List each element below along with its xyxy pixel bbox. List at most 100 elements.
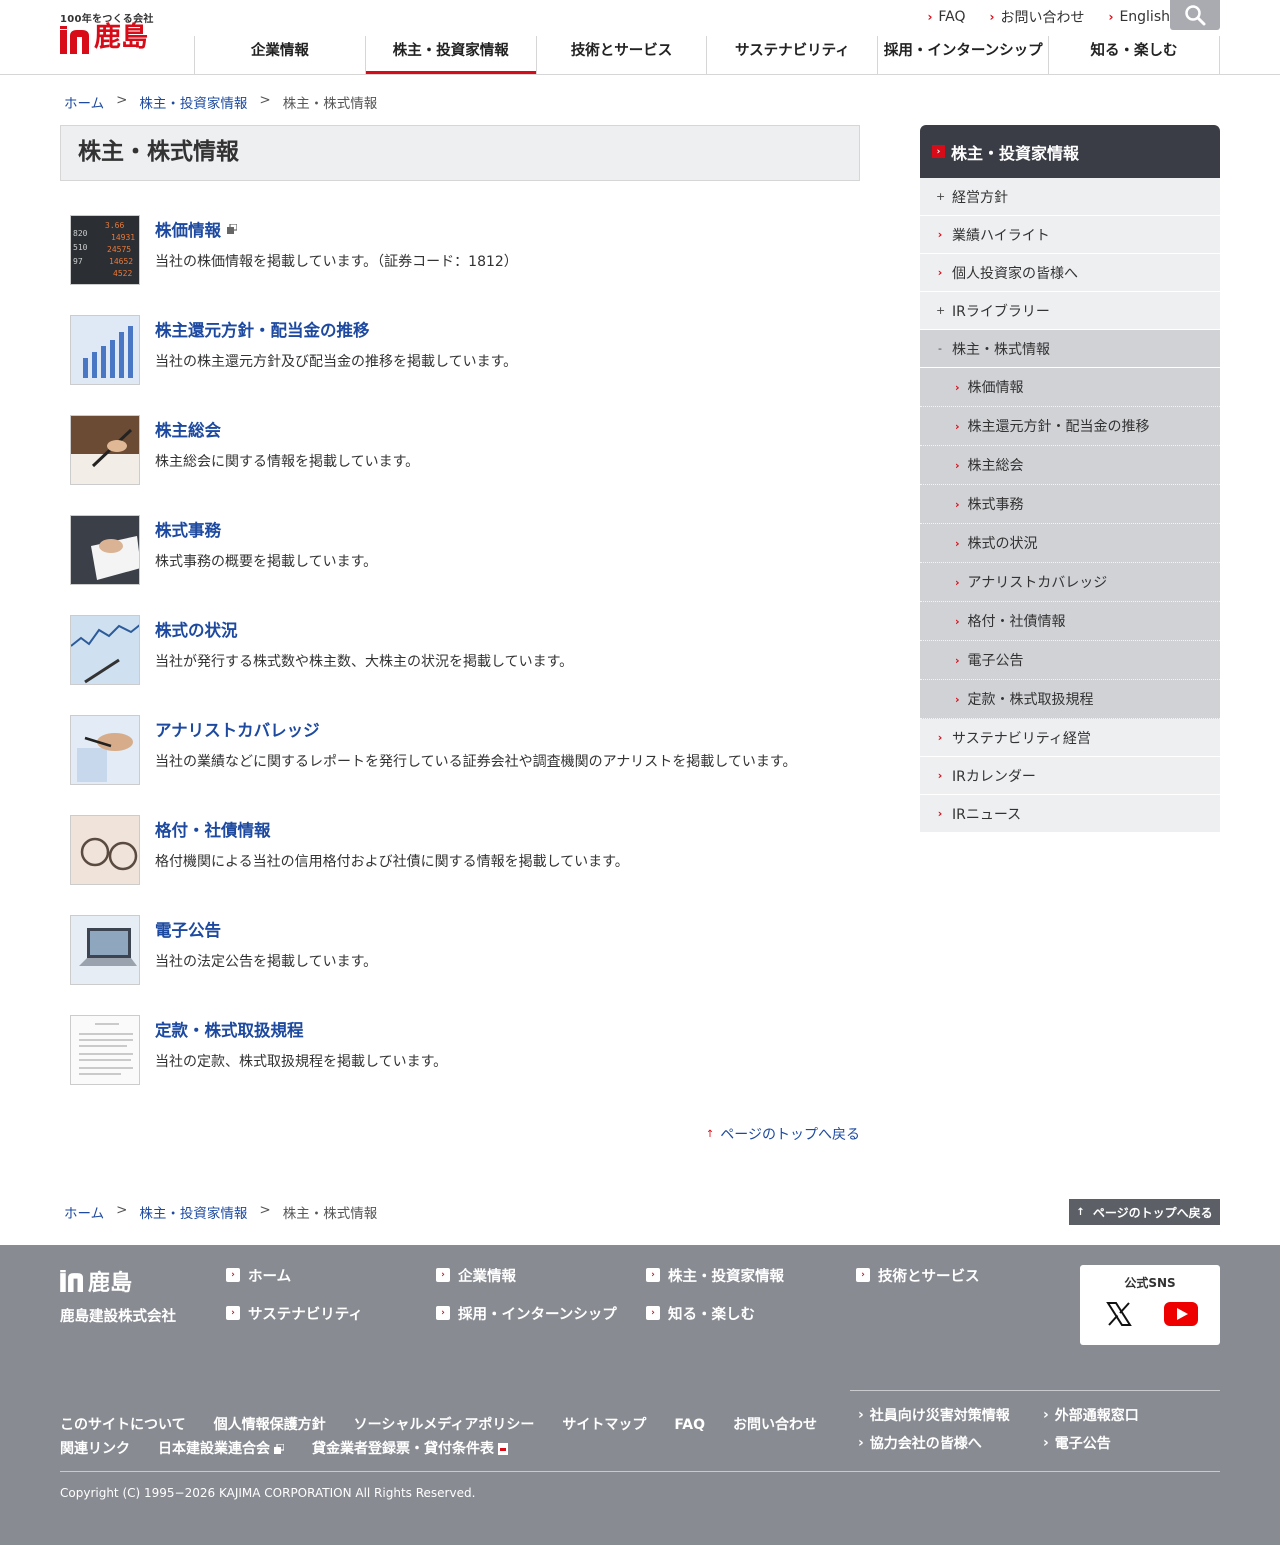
kajima-logo[interactable]: 100年をつくる会社 鹿島 (60, 10, 180, 58)
side-item-sustainability[interactable]: › サステナビリティ経営 (920, 719, 1220, 757)
footer-link-related[interactable]: 関連リンク (60, 1437, 130, 1461)
chevron-right-icon: › (1108, 10, 1114, 24)
analyst-thumbnail[interactable] (70, 715, 140, 785)
footer-link-faq[interactable]: FAQ (674, 1413, 705, 1437)
breadcrumb-separator: > (259, 1202, 271, 1218)
item-description: 株式事務の概要を掲載しています。 (155, 554, 378, 570)
svg-text:4522: 4522 (113, 269, 132, 278)
footer-link-sitemap[interactable]: サイトマップ (562, 1413, 646, 1437)
side-sub-item[interactable]: › 株価情報 (920, 368, 1220, 407)
footer-link-about[interactable]: このサイトについて (60, 1413, 186, 1437)
side-item-policy[interactable]: + 経営方針 (920, 178, 1220, 216)
footer-link-contact[interactable]: お問い合わせ (733, 1413, 817, 1437)
item-description: 株主総会に関する情報を掲載しています。 (155, 454, 420, 470)
side-sub-item[interactable]: › 電子公告 (920, 641, 1220, 680)
item-description: 当社の株価情報を掲載しています。（証券コード：1812） (155, 254, 518, 270)
chevron-right-icon: › (932, 145, 945, 158)
item-title-link[interactable]: 格付・社債情報 (155, 817, 271, 841)
footer-link-disaster[interactable]: › 社員向け災害対策情報 (850, 1405, 1035, 1425)
side-item-individual[interactable]: › 個人投資家の皆様へ (920, 254, 1220, 292)
documents-thumbnail[interactable] (70, 515, 140, 585)
articles-document-thumbnail[interactable] (70, 1015, 140, 1085)
side-sub-item[interactable]: › 格付・社債情報 (920, 602, 1220, 641)
bar-chart-thumbnail[interactable] (70, 315, 140, 385)
stock-chart-thumbnail[interactable] (70, 615, 140, 685)
footer-nav-home[interactable]: › ホーム (226, 1265, 436, 1285)
chevron-right-icon: › (226, 1268, 240, 1282)
footer-link-privacy[interactable]: 個人情報保護方針 (214, 1413, 326, 1437)
footer-nav-technology[interactable]: › 技術とサービス (856, 1265, 1066, 1285)
stock-board-thumbnail[interactable]: 3.66 14931 24575 14652 4522 820 510 97 (70, 215, 140, 285)
breadcrumb-investors[interactable]: 株主・投資家情報 (139, 1202, 247, 1222)
back-to-top-link[interactable]: ↑ ページのトップへ戻る (706, 1124, 860, 1144)
side-item-highlights[interactable]: › 業績ハイライト (920, 216, 1220, 254)
chevron-right-icon: › (1043, 1407, 1049, 1423)
util-faq-link[interactable]: › FAQ (927, 6, 965, 28)
side-item-shareholders[interactable]: - 株主・株式情報 (920, 330, 1220, 368)
footer-nav-corporate[interactable]: › 企業情報 (436, 1265, 646, 1285)
list-item: 定款・株式取扱規程 当社の定款、株式取扱規程を掲載しています。 (70, 1015, 860, 1115)
page-top-button[interactable]: ↑ ページのトップへ戻る (1069, 1199, 1220, 1225)
breadcrumb-current: 株主・株式情報 (282, 1206, 378, 1222)
side-sub-item[interactable]: › 株主総会 (920, 446, 1220, 485)
side-sub-item[interactable]: › 株式の状況 (920, 524, 1220, 563)
item-description: 当社の株主還元方針及び配当金の推移を掲載しています。 (155, 354, 518, 370)
side-sub-item[interactable]: › 定款・株式取扱規程 (920, 680, 1220, 719)
site-footer: 鹿島 鹿島建設株式会社 › ホーム › 企業情報 › 株主・投資家情報 › 技術とサービ… (0, 1245, 1280, 1545)
chevron-right-icon: › (226, 1306, 240, 1320)
footer-link-money-lender[interactable]: 貸金業者登録票・貸付条件表 (312, 1437, 509, 1461)
item-title-link[interactable]: 株主総会 (155, 417, 221, 441)
youtube-icon[interactable] (1164, 1302, 1198, 1326)
svg-text:3.66: 3.66 (105, 221, 124, 230)
laptop-thumbnail[interactable] (70, 915, 140, 985)
side-sub-item[interactable]: › 株主還元方針・配当金の推移 (920, 407, 1220, 446)
plus-icon: + (936, 304, 946, 317)
meeting-pen-thumbnail[interactable] (70, 415, 140, 485)
item-title-link[interactable]: アナリストカバレッジ (155, 717, 320, 741)
breadcrumb-home[interactable]: ホーム (64, 92, 104, 112)
nav-sustainability[interactable]: サステナビリティ (706, 36, 877, 74)
footer-link-e-notice[interactable]: › 電子公告 (1035, 1433, 1220, 1453)
footer-link-jfcc[interactable]: 日本建設業連合会 (158, 1437, 284, 1461)
footer-nav-recruit[interactable]: › 採用・インターンシップ (436, 1303, 646, 1323)
item-title-link[interactable]: 定款・株式取扱規程 (155, 1017, 304, 1041)
side-sub-item[interactable]: › アナリストカバレッジ (920, 563, 1220, 602)
glasses-thumbnail[interactable] (70, 815, 140, 885)
arrow-up-icon: ↑ (1076, 1206, 1085, 1218)
item-title-link[interactable]: 電子公告 (155, 917, 221, 941)
footer-logo[interactable]: 鹿島 (60, 1265, 132, 1297)
item-title-link[interactable]: 株式の状況 (155, 617, 238, 641)
page-title: 株主・株式情報 (60, 125, 860, 181)
breadcrumb-home[interactable]: ホーム (64, 1202, 104, 1222)
side-nav-heading[interactable]: › 株主・投資家情報 (920, 125, 1220, 178)
item-title-link[interactable]: 株式事務 (155, 517, 221, 541)
chevron-right-icon: › (955, 575, 960, 589)
nav-recruit[interactable]: 採用・インターンシップ (877, 36, 1048, 74)
footer-nav-discover[interactable]: › 知る・楽しむ (646, 1303, 856, 1323)
footer-nav: › ホーム › 企業情報 › 株主・投資家情報 › 技術とサービス › サステナビリティ … (226, 1265, 1066, 1323)
footer-nav-sustainability[interactable]: › サステナビリティ (226, 1303, 436, 1323)
footer-link-whistleblow[interactable]: › 外部通報窓口 (1035, 1405, 1220, 1425)
footer-link-partners[interactable]: › 協力会社の皆様へ (850, 1433, 1035, 1453)
footer-nav-investors[interactable]: › 株主・投資家情報 (646, 1265, 856, 1285)
breadcrumb-investors[interactable]: 株主・投資家情報 (139, 92, 247, 112)
minus-icon: - (938, 342, 942, 355)
side-sub-item[interactable]: › 株式事務 (920, 485, 1220, 524)
side-item-ir-calendar[interactable]: › IRカレンダー (920, 757, 1220, 795)
nav-discover[interactable]: 知る・楽しむ (1048, 36, 1220, 74)
util-contact-link[interactable]: › お問い合わせ (990, 6, 1085, 28)
x-twitter-icon[interactable] (1106, 1301, 1132, 1327)
nav-technology[interactable]: 技術とサービス (535, 36, 707, 74)
item-description: 当社の業績などに関するレポートを発行している証券会社や調査機関のアナリストを掲載… (155, 754, 797, 770)
side-item-ir-library[interactable]: + IRライブラリー (920, 292, 1220, 330)
util-english-link[interactable]: › English (1108, 6, 1170, 28)
nav-investors[interactable]: 株主・投資家情報 (364, 36, 536, 74)
item-title-link[interactable]: 株主還元方針・配当金の推移 (155, 317, 370, 341)
side-item-ir-news[interactable]: › IRニュース (920, 795, 1220, 833)
item-title-link[interactable]: 株価情報 (155, 217, 237, 241)
chevron-right-icon: › (927, 10, 933, 24)
nav-corporate[interactable]: 企業情報 (194, 36, 365, 74)
search-button[interactable] (1170, 0, 1220, 30)
chevron-right-icon: › (955, 497, 960, 511)
footer-link-social-policy[interactable]: ソーシャルメディアポリシー (354, 1413, 535, 1437)
